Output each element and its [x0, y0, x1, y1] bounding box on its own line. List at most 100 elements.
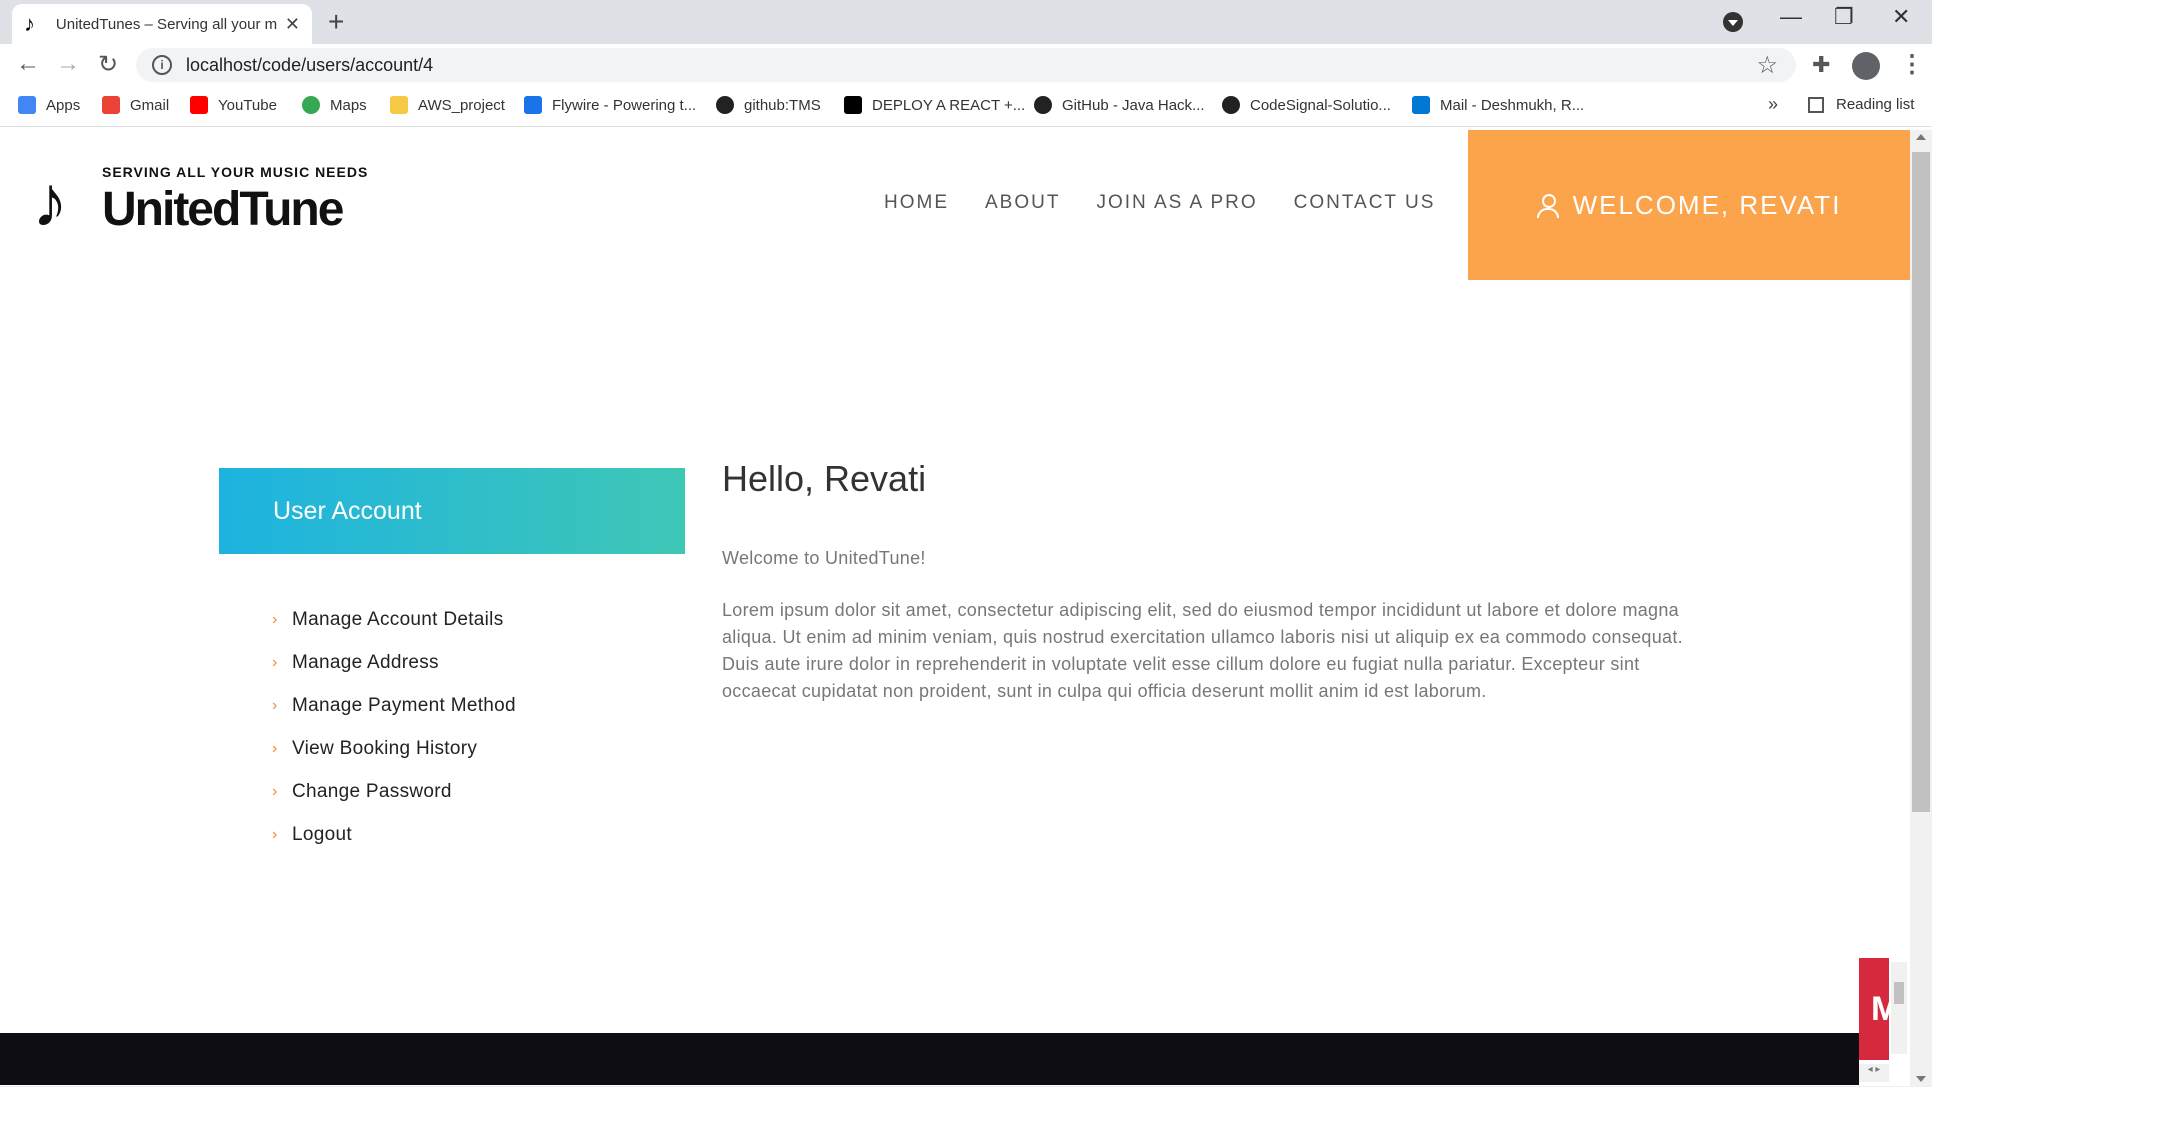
new-tab-button[interactable]: +: [328, 6, 344, 38]
outlook-icon: [1412, 96, 1430, 114]
bookmark-label: Maps: [330, 96, 367, 114]
browser-tab[interactable]: ♪ UnitedTunes – Serving all your m ✕: [12, 4, 312, 44]
bookmark-item[interactable]: Flywire - Powering t...: [524, 96, 696, 114]
browser-toolbar: ← → ↻ i localhost/code/users/account/4 ☆…: [0, 44, 1932, 86]
welcome-user-button[interactable]: WELCOME, REVATI: [1468, 130, 1910, 280]
bookmark-label: github:TMS: [744, 96, 821, 114]
bookmark-label: GitHub - Java Hack...: [1062, 96, 1205, 114]
main-navigation: HOME ABOUT JOIN AS A PRO CONTACT US: [884, 192, 1471, 214]
menu-label: Manage Address: [292, 651, 439, 673]
flywire-icon: [524, 96, 542, 114]
more-bookmarks-button[interactable]: »: [1768, 94, 1778, 115]
github-icon: [1222, 96, 1240, 114]
bookmark-item[interactable]: GitHub - Java Hack...: [1034, 96, 1205, 114]
address-bar[interactable]: i localhost/code/users/account/4 ☆: [136, 48, 1796, 82]
bookmark-item[interactable]: DEPLOY A REACT +...: [844, 96, 1025, 114]
bookmark-label: DEPLOY A REACT +...: [872, 96, 1026, 114]
chevron-right-icon: ›: [272, 825, 278, 843]
logo-brand: UnitedTune: [102, 183, 344, 236]
welcome-message: Welcome to UnitedTune!: [722, 548, 926, 568]
menu-label: Manage Account Details: [292, 608, 504, 630]
reading-list-label: Reading list: [1836, 96, 1915, 113]
github-icon: [1034, 96, 1052, 114]
bookmark-item[interactable]: Mail - Deshmukh, R...: [1412, 96, 1584, 114]
embedded-widget[interactable]: M ◂ ▸: [1859, 958, 1910, 1085]
nav-about[interactable]: ABOUT: [985, 192, 1060, 214]
bookmark-item[interactable]: github:TMS: [716, 96, 821, 114]
page-title: Hello, Revati: [722, 458, 927, 499]
bookmark-label: Gmail: [130, 96, 170, 114]
tab-search-icon[interactable]: [1723, 12, 1743, 32]
welcome-label: WELCOME, REVATI: [1572, 189, 1842, 220]
extensions-puzzle-icon[interactable]: ✚: [1812, 52, 1830, 78]
bookmarks-bar: Apps Gmail YouTube Maps AWS_project Flyw…: [0, 86, 1932, 127]
bookmark-label: Apps: [46, 96, 81, 114]
bookmark-label: AWS_project: [418, 96, 505, 114]
chevron-right-icon: ›: [272, 739, 278, 757]
nav-join-as-a-pro[interactable]: JOIN AS A PRO: [1096, 192, 1257, 214]
bookmark-item[interactable]: Gmail: [102, 96, 169, 114]
dev-icon: [844, 96, 862, 114]
forward-button[interactable]: →: [56, 50, 80, 78]
profile-avatar[interactable]: [1852, 52, 1880, 80]
chevron-right-icon: ›: [272, 782, 278, 800]
music-note-icon: ♪: [24, 11, 35, 36]
url-text[interactable]: localhost/code/users/account/4: [186, 55, 433, 76]
youtube-icon: [190, 96, 208, 114]
logo-tagline: SERVING ALL YOUR MUSIC NEEDS: [102, 164, 369, 180]
widget-panel[interactable]: M: [1859, 958, 1889, 1060]
bookmark-star-icon[interactable]: ☆: [1756, 51, 1778, 80]
page-scrollbar[interactable]: [1910, 130, 1932, 1086]
gmail-icon: [102, 96, 120, 114]
reading-list-button[interactable]: Reading list: [1808, 96, 1914, 113]
bookmark-item[interactable]: Apps: [18, 96, 80, 114]
bookmark-label: CodeSignal-Solutio...: [1250, 96, 1391, 114]
site-info-icon[interactable]: i: [152, 55, 172, 75]
widget-scrollbar-thumb[interactable]: [1894, 982, 1904, 1004]
widget-horizontal-scrollbar[interactable]: ◂ ▸: [1859, 1064, 1889, 1082]
music-note-logo-icon: ♪: [32, 162, 68, 242]
menu-label: Logout: [292, 823, 352, 845]
user-account-header: User Account: [219, 468, 685, 554]
maps-pin-icon: [302, 96, 320, 114]
bookmark-label: YouTube: [218, 96, 277, 114]
bookmark-label: Mail - Deshmukh, R...: [1440, 96, 1585, 114]
restore-button[interactable]: ❐: [1834, 4, 1854, 30]
chevron-right-icon: ›: [272, 610, 278, 628]
back-button[interactable]: ←: [16, 50, 40, 78]
menu-label: View Booking History: [292, 737, 478, 759]
user-icon: [1536, 194, 1559, 218]
browser-tab-strip: ♪ UnitedTunes – Serving all your m ✕ + —…: [0, 0, 1932, 44]
site-logo[interactable]: ♪ SERVING ALL YOUR MUSIC NEEDS UnitedTun…: [32, 160, 372, 240]
window-close-button[interactable]: ✕: [1892, 4, 1910, 30]
menu-manage-payment-method[interactable]: › Manage Payment Method: [272, 684, 516, 727]
scroll-down-icon[interactable]: [1916, 1076, 1926, 1082]
reading-list-icon: [1808, 96, 1824, 113]
apps-grid-icon: [18, 96, 36, 114]
menu-change-password[interactable]: › Change Password: [272, 770, 516, 813]
browser-menu-icon[interactable]: ⋮: [1900, 50, 1924, 79]
tab-title: UnitedTunes – Serving all your m: [55, 15, 278, 33]
divider: [0, 1086, 1932, 1087]
tab-close-icon[interactable]: ✕: [285, 14, 300, 35]
menu-manage-account-details[interactable]: › Manage Account Details: [272, 598, 516, 641]
bookmark-item[interactable]: AWS_project: [390, 96, 505, 114]
bookmark-item[interactable]: Maps: [302, 96, 367, 114]
menu-label: Change Password: [292, 780, 452, 802]
account-menu: › Manage Account Details › Manage Address …: [272, 598, 516, 856]
bookmark-item[interactable]: YouTube: [190, 96, 277, 114]
menu-logout[interactable]: › Logout: [272, 813, 516, 856]
scrollbar-thumb[interactable]: [1912, 152, 1930, 812]
nav-contact-us[interactable]: CONTACT US: [1294, 192, 1436, 214]
widget-scrollbar[interactable]: [1891, 962, 1907, 1054]
menu-view-booking-history[interactable]: › View Booking History: [272, 727, 516, 770]
reload-button[interactable]: ↻: [98, 50, 118, 79]
minimize-button[interactable]: —: [1780, 4, 1802, 30]
github-icon: [716, 96, 734, 114]
bookmark-label: Flywire - Powering t...: [552, 96, 697, 114]
nav-home[interactable]: HOME: [884, 192, 949, 214]
scroll-up-icon[interactable]: [1916, 134, 1926, 140]
body-paragraph: Lorem ipsum dolor sit amet, consectetur …: [722, 600, 1683, 701]
menu-manage-address[interactable]: › Manage Address: [272, 641, 516, 684]
bookmark-item[interactable]: CodeSignal-Solutio...: [1222, 96, 1391, 114]
